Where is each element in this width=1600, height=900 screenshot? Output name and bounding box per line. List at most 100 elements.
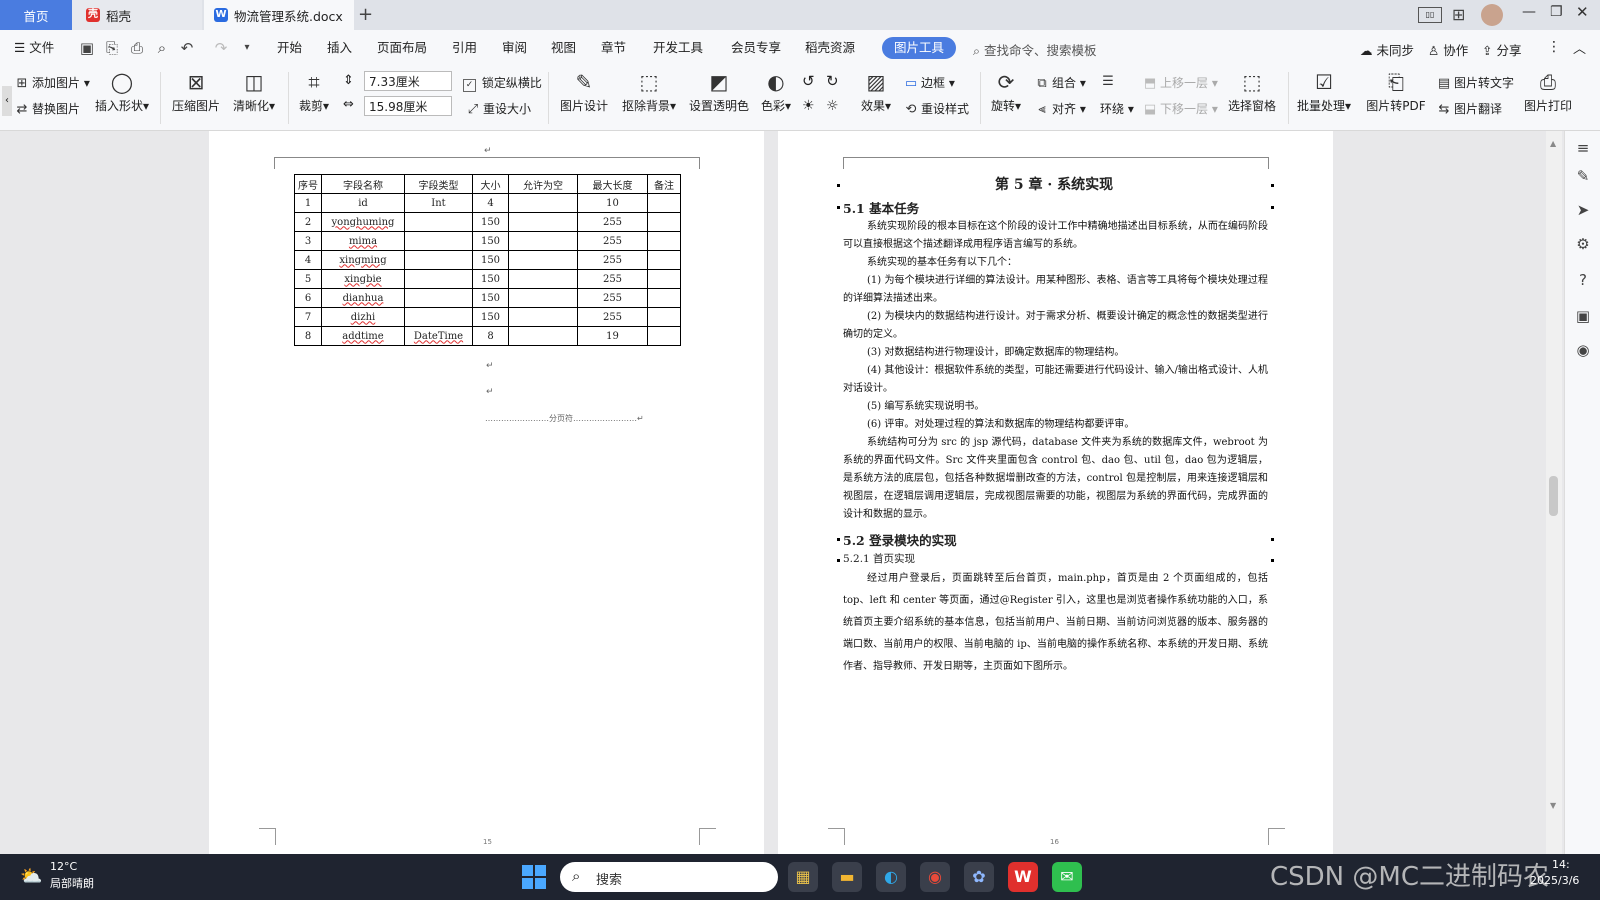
wechat-icon[interactable]: ✉ (1052, 862, 1082, 892)
panel-menu-icon[interactable]: ≡ (1574, 139, 1592, 157)
lock-ratio-checkbox[interactable]: ✓ 锁定纵横比 (463, 74, 542, 92)
menu-member[interactable]: 会员专享 (731, 30, 781, 66)
table-row[interactable]: 2 yonghuming 150 255 (294, 212, 681, 232)
file-menu[interactable]: ☰ 文件 (14, 30, 54, 66)
preview-icon[interactable]: ⌕ (153, 39, 171, 57)
new-tab-button[interactable]: + (358, 4, 373, 25)
reset-size-button[interactable]: ⤢ 重设大小 (465, 100, 531, 117)
adjust-settings-icon[interactable]: ⚙ (1574, 235, 1592, 253)
store-icon[interactable]: ▦ (788, 862, 818, 892)
menu-daoke-resources[interactable]: 稻壳资源 (805, 30, 855, 66)
rotate-right-icon[interactable]: ↻ (826, 72, 839, 90)
avatar[interactable] (1481, 4, 1503, 26)
customize-dropdown-icon[interactable]: ▾ (238, 39, 256, 57)
wrap-icon-only[interactable]: ☰ (1100, 74, 1118, 89)
collab-button[interactable]: ♙ 协作 (1428, 40, 1468, 59)
scroll-down-icon[interactable]: ▼ (1550, 801, 1556, 810)
table-row[interactable]: 1 id Int 4 10 (294, 193, 681, 213)
table-row[interactable]: 7 dizhi 150 255 (294, 307, 681, 327)
pen-edit-icon[interactable]: ✎ (1574, 167, 1592, 185)
chrome-browser-icon[interactable]: ◉ (920, 862, 950, 892)
command-search[interactable]: ⌕ 查找命令、搜索模板 (973, 40, 1097, 59)
effects-button[interactable]: ▨ 效果▾ (856, 70, 896, 114)
align-button[interactable]: ⫷ 对齐 ▾ (1034, 100, 1086, 117)
taskbar-search[interactable]: ⌕ 搜索 (560, 862, 778, 892)
wrap-button[interactable]: 环绕 ▾ (1100, 100, 1134, 117)
minimize-icon[interactable]: — (1522, 4, 1536, 20)
image-translate-button[interactable]: ⇆ 图片翻译 (1436, 100, 1502, 117)
brightness-up-icon[interactable]: ☀ (802, 98, 815, 114)
menu-page-layout[interactable]: 页面布局 (377, 30, 427, 66)
table-row[interactable]: 8 addtime DateTime 8 19 (294, 326, 681, 346)
table-row[interactable]: 3 mima 150 255 (294, 231, 681, 251)
layout-icon[interactable]: ▯▯ (1418, 7, 1442, 23)
tab-home[interactable]: 首页 (0, 0, 72, 30)
menu-developer[interactable]: 开发工具 (653, 30, 703, 66)
crop-button[interactable]: ⌗ 裁剪▾ (296, 70, 332, 114)
location-icon[interactable]: ◉ (1574, 341, 1592, 359)
file-explorer-icon[interactable]: ▬ (832, 862, 862, 892)
export-icon[interactable]: ⎘ (103, 39, 121, 57)
menu-picture-tools[interactable]: 图片工具 (882, 37, 957, 59)
tab-daoke[interactable]: 壳 稻壳 (72, 0, 202, 30)
apps-grid-icon[interactable]: ⊞ (1452, 5, 1465, 24)
tab-document[interactable]: W 物流管理系统.docx (204, 0, 354, 30)
image-print-button[interactable]: ⎙ 图片打印 (1522, 70, 1574, 114)
undo-icon[interactable]: ↶ (178, 39, 196, 57)
wps-office-icon[interactable]: W (1008, 862, 1038, 892)
ribbon-scroll-left-icon[interactable]: ‹ (2, 86, 12, 116)
menu-references[interactable]: 引用 (452, 30, 477, 66)
table-row[interactable]: 4 xingming 150 255 (294, 250, 681, 270)
share-button[interactable]: ⇪ 分享 (1482, 40, 1521, 59)
bring-forward-button[interactable]: ⬒ 上移一层 ▾ (1142, 74, 1218, 91)
scroll-up-icon[interactable]: ▲ (1550, 139, 1556, 148)
image-to-text-button[interactable]: ▤ 图片转文字 (1436, 74, 1514, 91)
vertical-scrollbar[interactable]: ▲ ▼ (1546, 131, 1562, 854)
width-input[interactable]: 15.98厘米 (364, 96, 452, 116)
height-input[interactable]: 7.33厘米 (364, 71, 452, 91)
insert-shape-button[interactable]: ◯ 插入形状▾ (92, 70, 152, 114)
border-button[interactable]: ▭ 边框 ▾ (903, 74, 955, 91)
redo-icon[interactable]: ↷ (212, 39, 230, 57)
image-to-pdf-button[interactable]: ⎗ 图片转PDF (1364, 70, 1428, 114)
help-icon[interactable]: ? (1574, 271, 1592, 289)
sync-button[interactable]: ☁ 未同步 (1360, 40, 1414, 59)
table-row[interactable]: 5 xingbie 150 255 (294, 269, 681, 289)
image-edit-icon[interactable]: ▣ (1574, 307, 1592, 325)
menu-insert[interactable]: 插入 (327, 30, 352, 66)
rotate-left-icon[interactable]: ↺ (802, 72, 815, 90)
sharpen-button[interactable]: ◫ 清晰化▾ (230, 70, 278, 114)
send-backward-button[interactable]: ⬓ 下移一层 ▾ (1142, 100, 1218, 117)
save-icon[interactable]: ▣ (78, 39, 96, 57)
menu-start[interactable]: 开始 (277, 30, 302, 66)
edge-browser-icon[interactable]: ◐ (876, 862, 906, 892)
color-button[interactable]: ◐ 色彩▾ (756, 70, 796, 114)
image-design-button[interactable]: ✎ 图片设计 (556, 70, 612, 114)
add-image-button[interactable]: ⊞ 添加图片 ▾ (14, 74, 90, 91)
group-button[interactable]: ⧉ 组合 ▾ (1034, 74, 1086, 91)
database-field-table[interactable]: 序号 字段名称 字段类型 大小 允许为空 最大长度 备注 1 id Int 4 10 2… (294, 174, 681, 346)
compress-image-button[interactable]: ⊠ 压缩图片 (170, 70, 222, 114)
transparent-color-button[interactable]: ◩ 设置透明色 (686, 70, 752, 114)
table-row[interactable]: 6 dianhua 150 255 (294, 288, 681, 308)
remove-bg-button[interactable]: ⬚ 抠除背景▾ (618, 70, 680, 114)
scrollbar-thumb[interactable] (1549, 476, 1558, 516)
print-icon[interactable]: ⎙ (128, 39, 146, 57)
weather-icon[interactable]: ⛅ (20, 866, 44, 887)
pointer-select-icon[interactable]: ➤ (1574, 201, 1592, 219)
batch-process-button[interactable]: ☑ 批量处理▾ (1294, 70, 1354, 114)
more-icon[interactable]: ⋮ (1547, 39, 1561, 55)
reset-style-button[interactable]: ⟲ 重设样式 (903, 100, 969, 117)
replace-image-button[interactable]: ⇄ 替换图片 (14, 100, 80, 117)
brightness-down-icon[interactable]: ☼ (826, 98, 839, 114)
collapse-ribbon-icon[interactable]: ︿ (1573, 38, 1586, 57)
clock-date[interactable]: 2025/3/6 (1530, 874, 1579, 887)
app-icon[interactable]: ✿ (964, 862, 994, 892)
menu-view[interactable]: 视图 (551, 30, 576, 66)
menu-review[interactable]: 审阅 (502, 30, 527, 66)
menu-chapter[interactable]: 章节 (601, 30, 626, 66)
restore-icon[interactable]: ❐ (1550, 4, 1563, 20)
clock-time[interactable]: 14: (1552, 858, 1570, 871)
windows-start-icon[interactable] (522, 865, 546, 889)
rotate-button[interactable]: ⟳ 旋转▾ (986, 70, 1026, 114)
